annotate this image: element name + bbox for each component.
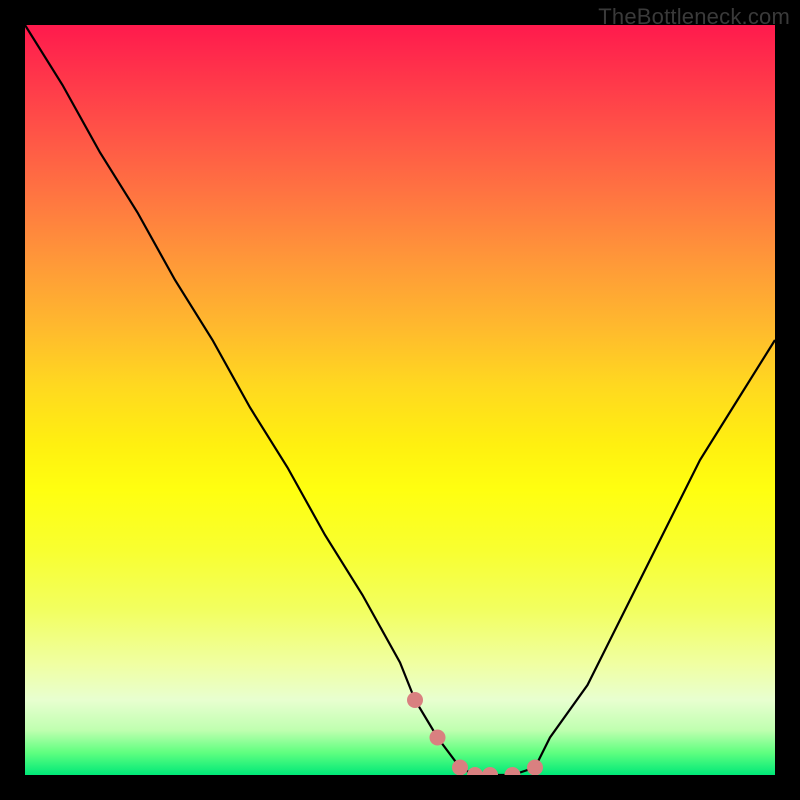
highlight-dot xyxy=(430,730,446,746)
highlight-dot xyxy=(527,760,543,776)
highlight-dot xyxy=(467,767,483,775)
highlight-dots xyxy=(407,692,543,775)
highlight-dot xyxy=(452,760,468,776)
highlight-dot xyxy=(407,692,423,708)
plot-area xyxy=(25,25,775,775)
chart-frame: TheBottleneck.com xyxy=(0,0,800,800)
highlight-dot xyxy=(482,767,498,775)
bottleneck-curve xyxy=(25,25,775,775)
highlight-dot xyxy=(505,767,521,775)
bottleneck-curve-svg xyxy=(25,25,775,775)
attribution-text: TheBottleneck.com xyxy=(598,4,790,30)
